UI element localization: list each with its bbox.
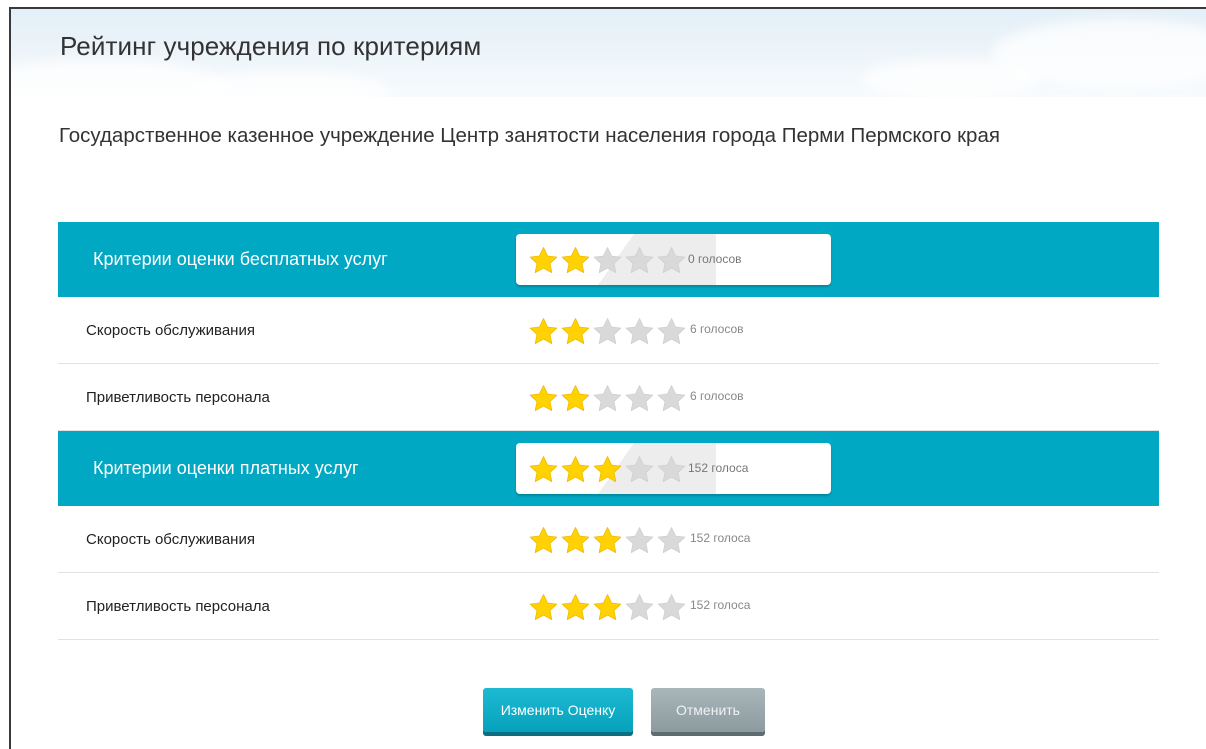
star-empty-icon[interactable] xyxy=(656,526,687,554)
vote-count: 152 голоса xyxy=(690,598,751,612)
star-rating[interactable] xyxy=(528,455,687,482)
criteria-label: Скорость обслуживания xyxy=(86,531,255,548)
group-header-paid: Критерии оценки платных услуг 152 голоса xyxy=(58,431,1159,506)
star-filled-icon[interactable] xyxy=(560,593,591,621)
star-empty-icon[interactable] xyxy=(592,246,623,274)
star-empty-icon[interactable] xyxy=(624,317,655,345)
group-label: Критерии оценки платных услуг xyxy=(93,458,359,478)
vote-count: 6 голосов xyxy=(690,322,744,336)
star-rating[interactable] xyxy=(528,384,687,411)
star-empty-icon[interactable] xyxy=(656,246,687,274)
star-empty-icon[interactable] xyxy=(592,317,623,345)
star-filled-icon[interactable] xyxy=(528,384,559,412)
vote-count: 0 голосов xyxy=(688,252,742,266)
star-empty-icon[interactable] xyxy=(656,455,687,483)
star-filled-icon[interactable] xyxy=(528,593,559,621)
star-rating[interactable] xyxy=(528,246,687,273)
star-filled-icon[interactable] xyxy=(592,455,623,483)
star-filled-icon[interactable] xyxy=(560,246,591,274)
panel-header: Рейтинг учреждения по критериям xyxy=(11,9,1206,97)
vote-count: 152 голоса xyxy=(690,531,751,545)
vote-count: 152 голоса xyxy=(688,461,749,475)
group-label: Критерии оценки бесплатных услуг xyxy=(93,249,388,269)
cancel-button[interactable]: Отменить xyxy=(651,688,765,732)
criteria-label: Скорость обслуживания xyxy=(86,322,255,339)
organization-name: Государственное казенное учреждение Цент… xyxy=(59,124,1000,147)
star-filled-icon[interactable] xyxy=(592,593,623,621)
star-empty-icon[interactable] xyxy=(624,526,655,554)
page-title: Рейтинг учреждения по критериям xyxy=(60,31,482,61)
group-header-free: Критерии оценки бесплатных услуг 0 голос… xyxy=(58,222,1159,297)
rating-panel: Рейтинг учреждения по критериям Государс… xyxy=(9,7,1206,749)
star-filled-icon[interactable] xyxy=(592,526,623,554)
rating-table: Критерии оценки бесплатных услуг 0 голос… xyxy=(58,222,1159,640)
star-empty-icon[interactable] xyxy=(656,384,687,412)
star-empty-icon[interactable] xyxy=(624,455,655,483)
star-filled-icon[interactable] xyxy=(560,455,591,483)
criteria-row: Скорость обслуживания 152 голоса xyxy=(58,506,1159,573)
star-empty-icon[interactable] xyxy=(624,384,655,412)
star-filled-icon[interactable] xyxy=(528,455,559,483)
group-summary-rating: 152 голоса xyxy=(516,443,831,494)
star-rating[interactable] xyxy=(528,526,687,553)
star-filled-icon[interactable] xyxy=(560,317,591,345)
criteria-row: Приветливость персонала 152 голоса xyxy=(58,573,1159,640)
star-empty-icon[interactable] xyxy=(656,593,687,621)
star-filled-icon[interactable] xyxy=(528,246,559,274)
star-filled-icon[interactable] xyxy=(528,317,559,345)
change-rating-button[interactable]: Изменить Оценку xyxy=(483,688,633,732)
star-rating[interactable] xyxy=(528,593,687,620)
criteria-label: Приветливость персонала xyxy=(86,598,270,615)
star-filled-icon[interactable] xyxy=(528,526,559,554)
star-rating[interactable] xyxy=(528,317,687,344)
vote-count: 6 голосов xyxy=(690,389,744,403)
criteria-row: Приветливость персонала 6 голосов xyxy=(58,364,1159,431)
star-empty-icon[interactable] xyxy=(624,593,655,621)
star-filled-icon[interactable] xyxy=(560,526,591,554)
star-filled-icon[interactable] xyxy=(560,384,591,412)
group-summary-rating: 0 голосов xyxy=(516,234,831,285)
star-empty-icon[interactable] xyxy=(656,317,687,345)
criteria-label: Приветливость персонала xyxy=(86,389,270,406)
star-empty-icon[interactable] xyxy=(592,384,623,412)
star-empty-icon[interactable] xyxy=(624,246,655,274)
criteria-row: Скорость обслуживания 6 голосов xyxy=(58,297,1159,364)
